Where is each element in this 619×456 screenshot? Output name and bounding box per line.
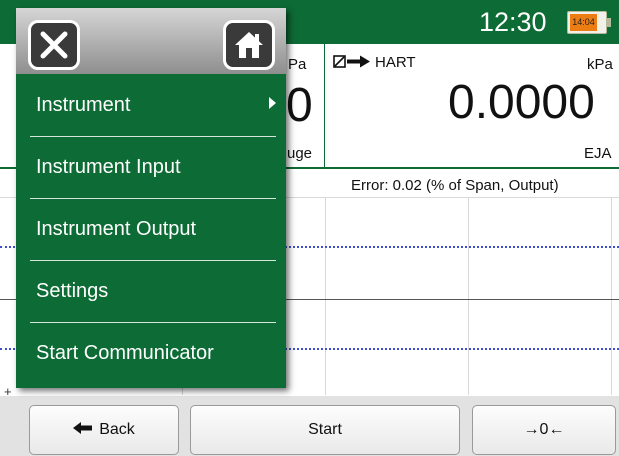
hart-icon xyxy=(333,54,373,75)
battery-label: 14:04 xyxy=(572,17,595,27)
zero-button[interactable]: →0← xyxy=(472,405,616,455)
submenu-arrow-icon xyxy=(269,97,276,109)
graph-gridline xyxy=(611,197,612,395)
graph-gridline xyxy=(325,197,326,395)
hart-device-label: EJA xyxy=(584,145,612,162)
home-icon xyxy=(233,29,265,66)
menu-item-label: Start Communicator xyxy=(36,342,214,364)
back-button[interactable]: Back xyxy=(29,405,179,455)
menu-item-label: Instrument Output xyxy=(36,218,197,240)
clock: 12:30 xyxy=(479,7,547,37)
menu-item-settings[interactable]: Settings xyxy=(16,260,286,322)
start-button-label: Start xyxy=(308,421,342,438)
hart-value: 0.0000 xyxy=(448,76,595,129)
popup-menu: Instrument Instrument Input Instrument O… xyxy=(16,8,286,388)
graph-gridline xyxy=(468,197,469,395)
back-button-label: Back xyxy=(99,421,135,438)
input-unit: Pa xyxy=(288,56,307,73)
menu-item-label: Instrument Input xyxy=(36,156,181,178)
input-value: 0 xyxy=(286,79,313,132)
zero-button-label: →0← xyxy=(523,421,565,438)
start-button[interactable]: Start xyxy=(190,405,460,455)
menu-header xyxy=(16,8,286,74)
hart-unit: kPa xyxy=(587,56,613,73)
close-icon xyxy=(39,30,69,65)
menu-item-start-communicator[interactable]: Start Communicator xyxy=(16,322,286,384)
graph-error-label: Error: 0.02 (% of Span, Output) xyxy=(351,177,559,194)
battery-indicator: 14:04 xyxy=(567,11,611,34)
close-button[interactable] xyxy=(28,20,80,70)
menu-item-instrument-output[interactable]: Instrument Output xyxy=(16,198,286,260)
home-button[interactable] xyxy=(223,20,275,70)
hart-reading-panel[interactable]: HART kPa 0.0000 EJA xyxy=(325,44,619,168)
input-label: uge xyxy=(287,145,313,162)
battery-tip xyxy=(607,18,611,27)
hart-mode-label: HART xyxy=(375,54,416,71)
menu-item-instrument[interactable]: Instrument xyxy=(16,74,286,136)
menu-item-label: Instrument xyxy=(36,94,131,116)
menu-item-label: Settings xyxy=(36,280,109,302)
back-arrow-icon xyxy=(73,421,93,439)
menu-item-instrument-input[interactable]: Instrument Input xyxy=(16,136,286,198)
